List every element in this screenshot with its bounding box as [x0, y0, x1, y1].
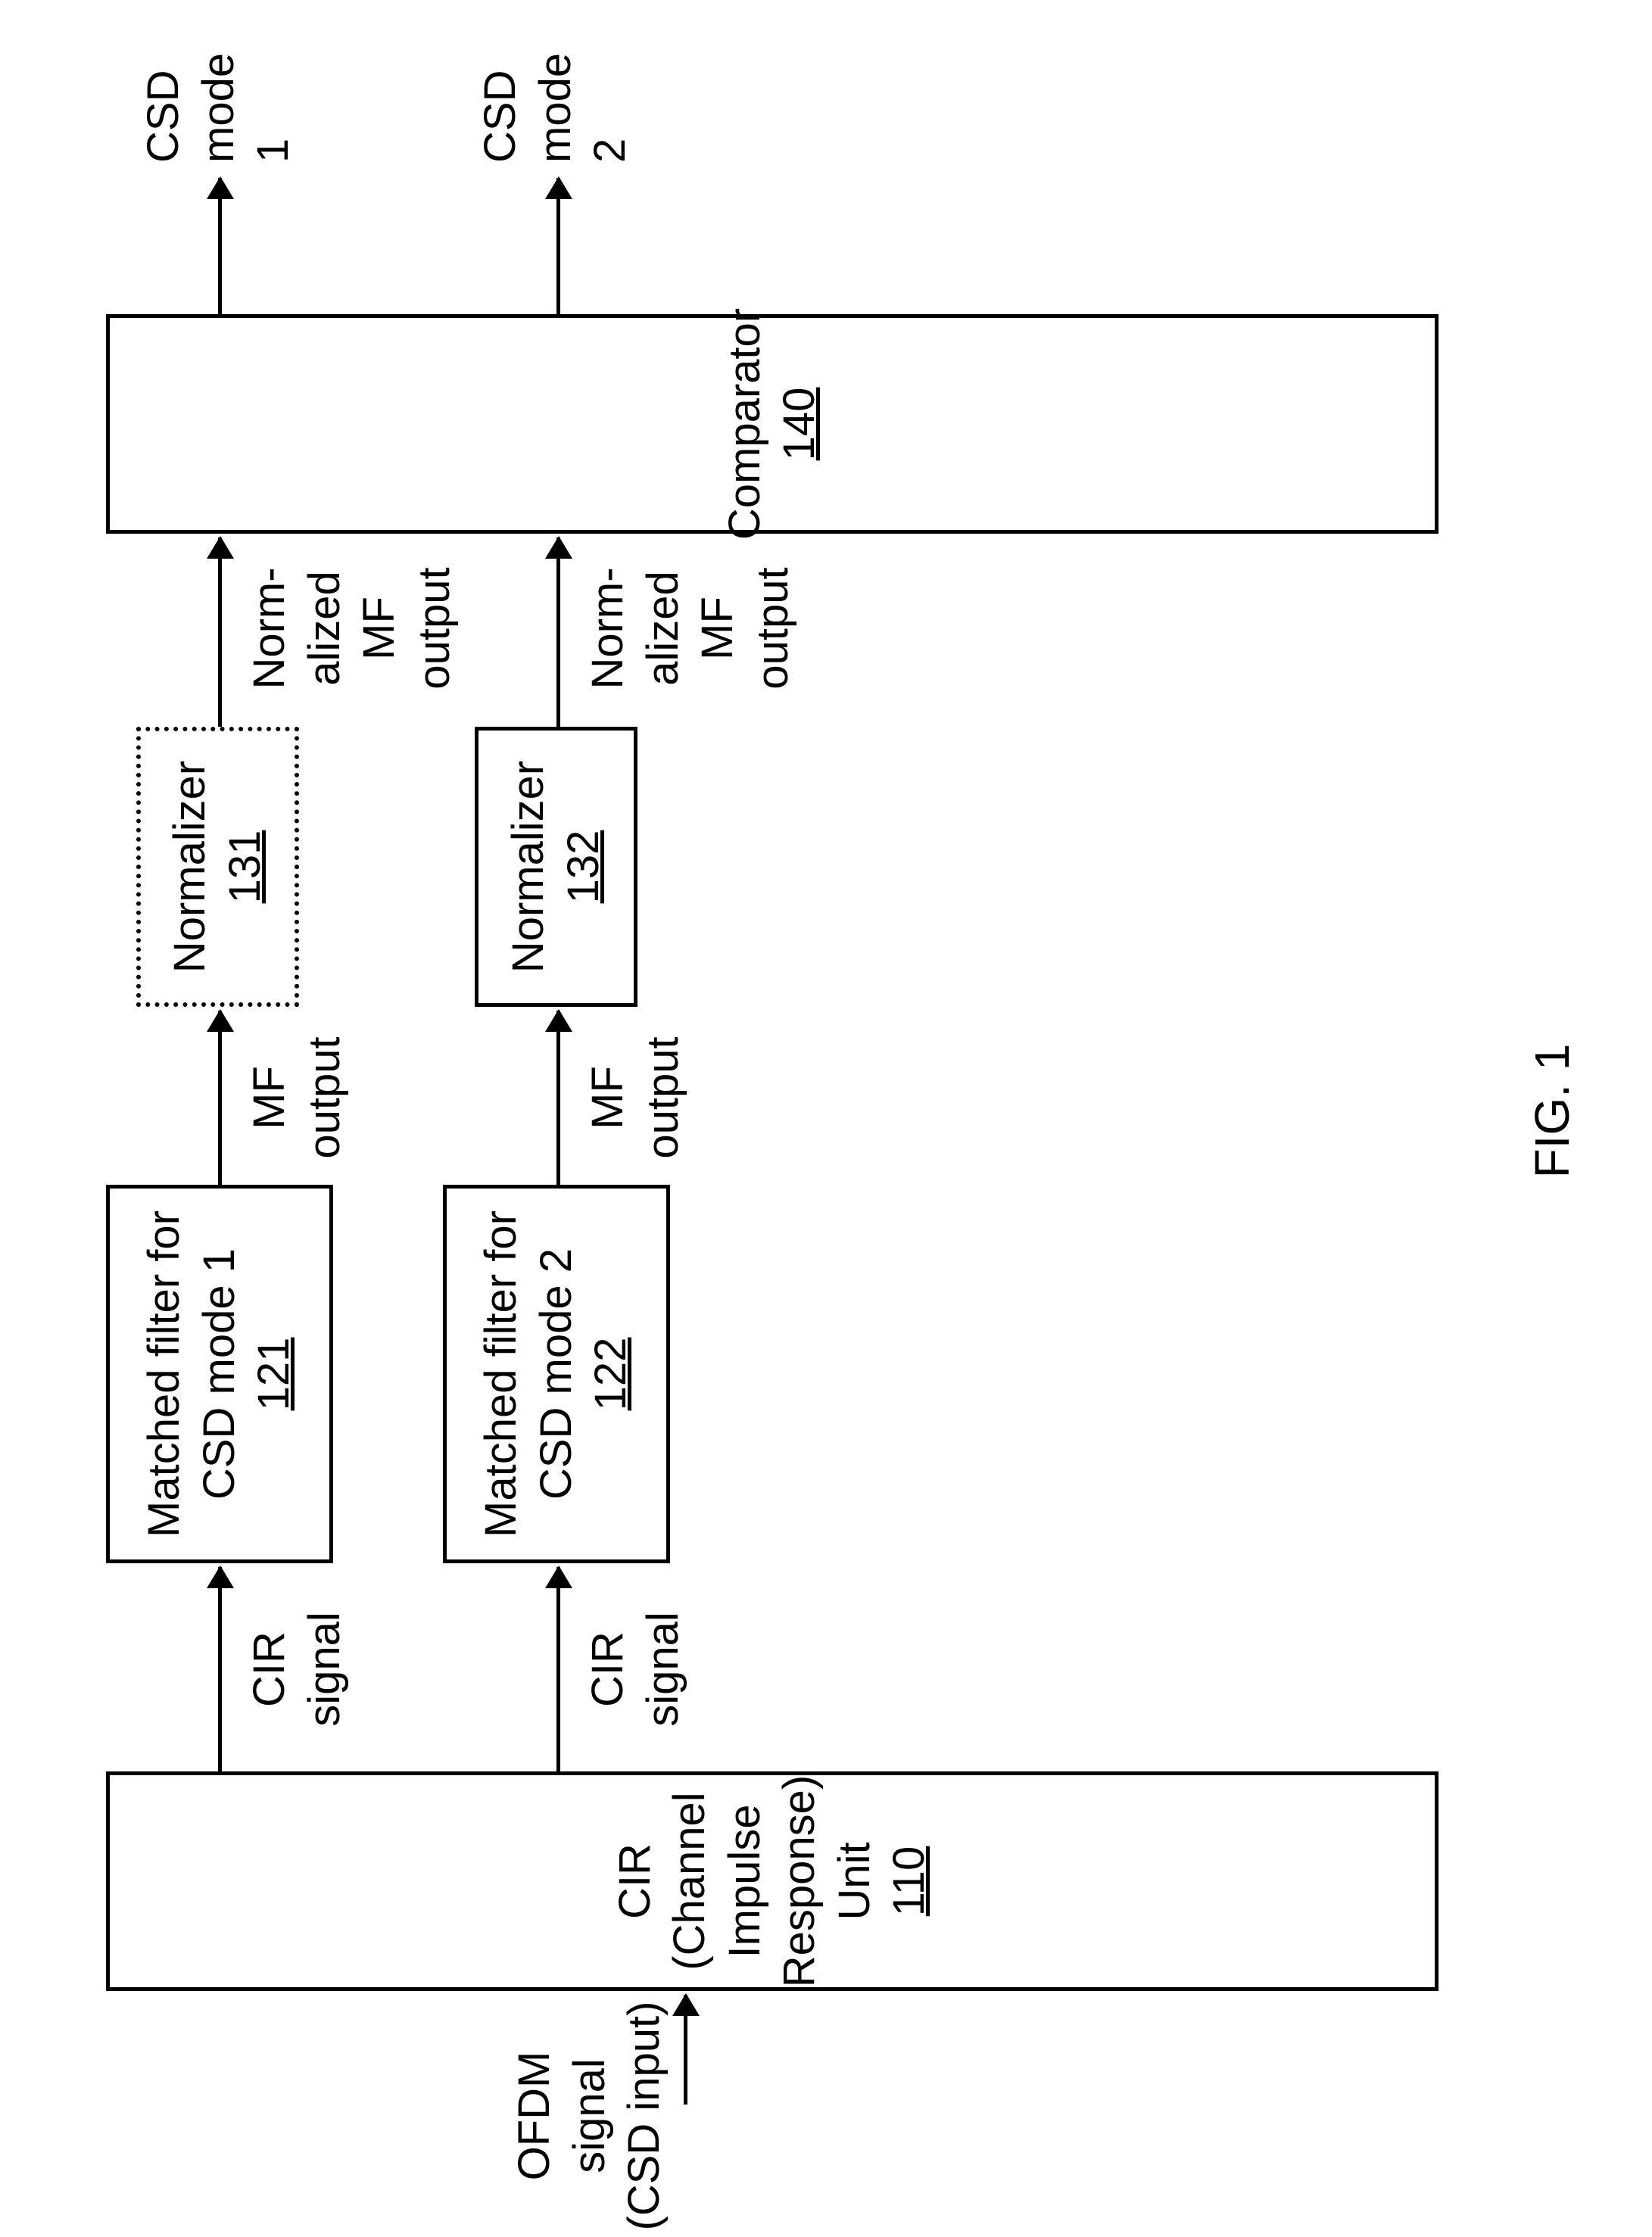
cir-unit-ref: 110: [884, 1846, 934, 1916]
cir-unit-block: CIR (Channel Impulse Response) Unit 110: [106, 1771, 1438, 1991]
norm1-output-label: Norm- alized MF output: [242, 549, 462, 708]
arrow-mf1-norm1: [218, 1011, 222, 1185]
output-2-label: CSD mode 2: [473, 11, 638, 163]
page: CIR (Channel Impulse Response) Unit 110 …: [0, 0, 1652, 2222]
mf1-output-label: MF output: [242, 1026, 352, 1170]
cir-signal-1-label: CIR signal: [242, 1601, 352, 1737]
output-1-label: CSD mode 1: [136, 11, 301, 163]
mf2-output-label: MF output: [581, 1026, 690, 1170]
mf2-ref: 122: [586, 1338, 635, 1411]
mf2-text: Matched filter for CSD mode 2: [476, 1210, 581, 1538]
comparator-block: Comparator 140: [106, 314, 1438, 534]
normalizer-1-block: Normalizer 131: [136, 727, 299, 1007]
mf1-ref: 121: [249, 1338, 298, 1411]
norm1-text: Normalizer: [165, 761, 214, 973]
cir-unit-text: CIR (Channel Impulse Response) Unit: [610, 1775, 879, 1987]
matched-filter-2-block: Matched filter for CSD mode 2 122: [443, 1185, 670, 1563]
norm2-ref: 132: [559, 830, 608, 904]
comparator-ref: 140: [775, 388, 824, 461]
arrow-out-2: [556, 178, 560, 314]
arrow-mf2-norm2: [556, 1011, 560, 1185]
cir-unit-label: CIR (Channel Impulse Response) Unit 110: [608, 1775, 937, 1987]
norm2-text: Normalizer: [503, 761, 553, 973]
norm2-label-wrap: Normalizer 132: [501, 761, 611, 973]
arrow-input: [684, 1995, 687, 2105]
arrow-cir-mf2: [556, 1567, 560, 1771]
arrow-norm1-comp: [218, 537, 222, 727]
cir-signal-2-label: CIR signal: [581, 1601, 690, 1737]
norm1-label-wrap: Normalizer 131: [163, 761, 273, 973]
figure-caption: FIG. 1: [1522, 0, 1582, 2222]
input-label: OFDM signal (CSD input): [507, 1995, 672, 2237]
arrow-out-1: [218, 178, 222, 314]
mf2-label-wrap: Matched filter for CSD mode 2 122: [474, 1189, 639, 1559]
norm1-ref: 131: [220, 830, 270, 904]
matched-filter-1-block: Matched filter for CSD mode 1 121: [106, 1185, 333, 1563]
mf1-text: Matched filter for CSD mode 1: [139, 1210, 244, 1538]
diagram-canvas: CIR (Channel Impulse Response) Unit 110 …: [0, 0, 1652, 2222]
norm2-output-label: Norm- alized MF output: [581, 549, 800, 708]
arrow-cir-mf1: [218, 1567, 222, 1771]
comparator-text: Comparator: [720, 308, 769, 540]
normalizer-2-block: Normalizer 132: [475, 727, 637, 1007]
mf1-label-wrap: Matched filter for CSD mode 1 121: [137, 1189, 302, 1559]
comparator-label-wrap: Comparator 140: [718, 308, 828, 540]
arrow-norm2-comp: [556, 537, 560, 727]
